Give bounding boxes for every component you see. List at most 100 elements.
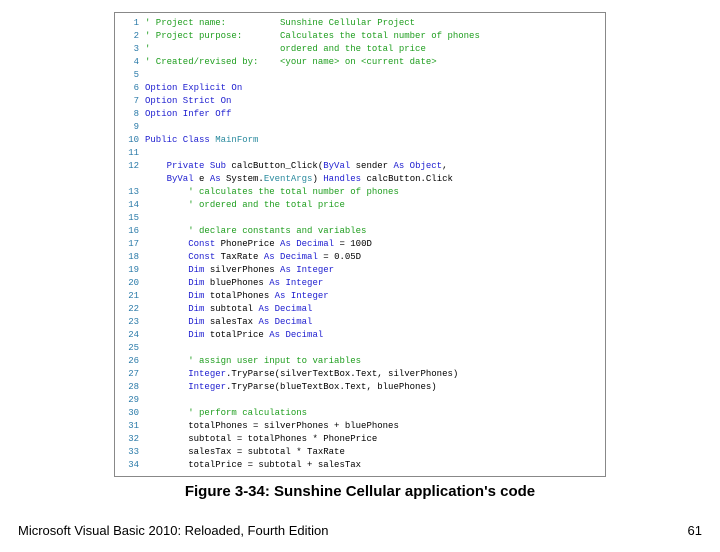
code-text: subtotal = totalPhones * PhonePrice [145,433,599,446]
code-line: 3' ordered and the total price [119,43,599,56]
line-number: 32 [119,433,145,446]
code-text: ByVal e As System.EventArgs) Handles cal… [145,173,599,186]
code-line: 6Option Explicit On [119,82,599,95]
code-text: Integer.TryParse(silverTextBox.Text, sil… [145,368,599,381]
code-line: 21 Dim totalPhones As Integer [119,290,599,303]
code-text: ' perform calculations [145,407,599,420]
code-line: 15 [119,212,599,225]
code-line: 1' Project name: Sunshine Cellular Proje… [119,17,599,30]
code-line: 25 [119,342,599,355]
code-text: Dim totalPhones As Integer [145,290,599,303]
line-number: 4 [119,56,145,69]
code-text: Dim silverPhones As Integer [145,264,599,277]
code-text [145,147,599,160]
code-line: 13 ' calculates the total number of phon… [119,186,599,199]
footer: Microsoft Visual Basic 2010: Reloaded, F… [18,523,702,538]
line-number: 3 [119,43,145,56]
line-number: 26 [119,355,145,368]
line-number: 28 [119,381,145,394]
code-line: 4' Created/revised by: <your name> on <c… [119,56,599,69]
line-number: 17 [119,238,145,251]
code-text [145,394,599,407]
figure-caption: Figure 3-34: Sunshine Cellular applicati… [0,483,720,500]
code-text: salesTax = subtotal * TaxRate [145,446,599,459]
code-text: ' Project name: Sunshine Cellular Projec… [145,17,599,30]
code-line: 10Public Class MainForm [119,134,599,147]
line-number: 5 [119,69,145,82]
code-line: 22 Dim subtotal As Decimal [119,303,599,316]
code-text [145,212,599,225]
line-number: 25 [119,342,145,355]
code-line: 33 salesTax = subtotal * TaxRate [119,446,599,459]
code-line: 20 Dim bluePhones As Integer [119,277,599,290]
code-text: Dim subtotal As Decimal [145,303,599,316]
code-line: 16 ' declare constants and variables [119,225,599,238]
line-number: 16 [119,225,145,238]
code-line: ByVal e As System.EventArgs) Handles cal… [119,173,599,186]
code-line: 17 Const PhonePrice As Decimal = 100D [119,238,599,251]
line-number: 22 [119,303,145,316]
code-text: ' ordered and the total price [145,199,599,212]
line-number: 18 [119,251,145,264]
code-text: ' assign user input to variables [145,355,599,368]
line-number: 24 [119,329,145,342]
code-text: Const TaxRate As Decimal = 0.05D [145,251,599,264]
code-line: 32 subtotal = totalPhones * PhonePrice [119,433,599,446]
page-number: 61 [688,523,702,538]
line-number: 19 [119,264,145,277]
line-number: 29 [119,394,145,407]
code-line: 19 Dim silverPhones As Integer [119,264,599,277]
code-text: ' ordered and the total price [145,43,599,56]
code-line: 29 [119,394,599,407]
line-number: 23 [119,316,145,329]
code-text: ' Created/revised by: <your name> on <cu… [145,56,599,69]
line-number: 7 [119,95,145,108]
code-text: Private Sub calcButton_Click(ByVal sende… [145,160,599,173]
line-number: 15 [119,212,145,225]
code-text: Option Strict On [145,95,599,108]
code-text: Option Explicit On [145,82,599,95]
code-line: 34 totalPrice = subtotal + salesTax [119,459,599,472]
code-text: Dim totalPrice As Decimal [145,329,599,342]
code-text [145,121,599,134]
line-number: 13 [119,186,145,199]
line-number: 1 [119,17,145,30]
code-line: 9 [119,121,599,134]
code-line: 5 [119,69,599,82]
line-number: 21 [119,290,145,303]
line-number: 33 [119,446,145,459]
line-number: 6 [119,82,145,95]
code-line: 23 Dim salesTax As Decimal [119,316,599,329]
code-text: Integer.TryParse(blueTextBox.Text, blueP… [145,381,599,394]
code-line: 24 Dim totalPrice As Decimal [119,329,599,342]
code-text: Const PhonePrice As Decimal = 100D [145,238,599,251]
code-text: ' declare constants and variables [145,225,599,238]
line-number: 34 [119,459,145,472]
code-line: 26 ' assign user input to variables [119,355,599,368]
code-line: 11 [119,147,599,160]
code-text: ' calculates the total number of phones [145,186,599,199]
line-number: 10 [119,134,145,147]
code-line: 30 ' perform calculations [119,407,599,420]
line-number: 2 [119,30,145,43]
line-number: 31 [119,420,145,433]
code-listing: 1' Project name: Sunshine Cellular Proje… [114,12,606,477]
line-number: 27 [119,368,145,381]
line-number [119,173,145,186]
code-line: 7Option Strict On [119,95,599,108]
code-text: Public Class MainForm [145,134,599,147]
code-text: totalPrice = subtotal + salesTax [145,459,599,472]
line-number: 12 [119,160,145,173]
code-line: 18 Const TaxRate As Decimal = 0.05D [119,251,599,264]
code-line: 31 totalPhones = silverPhones + bluePhon… [119,420,599,433]
code-line: 14 ' ordered and the total price [119,199,599,212]
code-line: 27 Integer.TryParse(silverTextBox.Text, … [119,368,599,381]
code-text [145,69,599,82]
line-number: 14 [119,199,145,212]
code-text: ' Project purpose: Calculates the total … [145,30,599,43]
line-number: 20 [119,277,145,290]
code-line: 28 Integer.TryParse(blueTextBox.Text, bl… [119,381,599,394]
code-line: 2' Project purpose: Calculates the total… [119,30,599,43]
code-text [145,342,599,355]
code-text: Dim salesTax As Decimal [145,316,599,329]
